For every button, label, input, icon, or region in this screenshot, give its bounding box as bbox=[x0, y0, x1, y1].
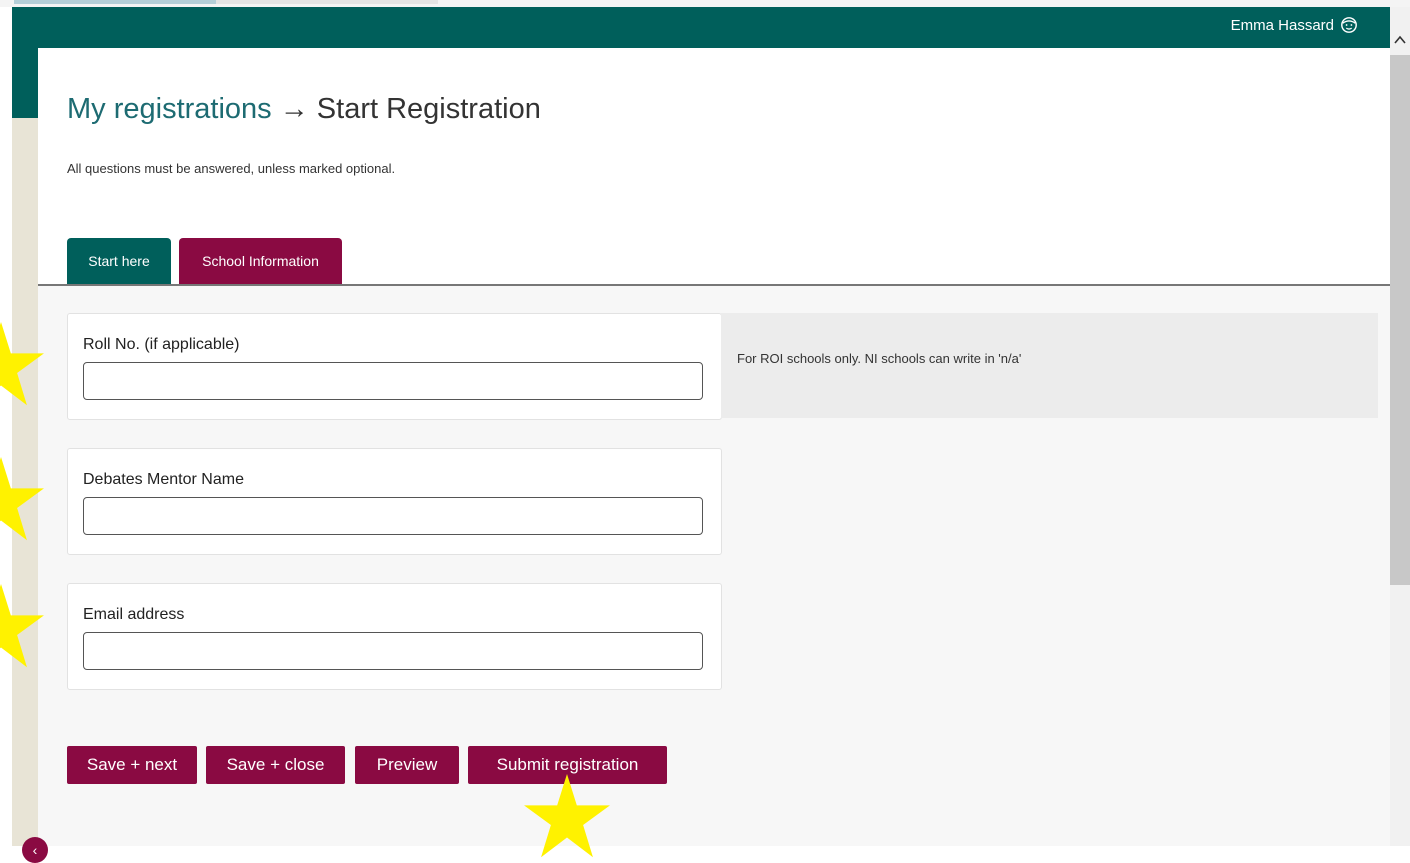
star-annotation-icon bbox=[0, 322, 44, 406]
tab-start-here[interactable]: Start here bbox=[67, 238, 171, 284]
mentor-name-label: Debates Mentor Name bbox=[83, 471, 244, 488]
browser-tab-strip-active bbox=[14, 0, 216, 4]
star-annotation-icon bbox=[0, 457, 44, 541]
user-name: Emma Hassard bbox=[1230, 16, 1334, 34]
chevron-left-icon[interactable]: ‹ bbox=[22, 837, 48, 863]
roll-no-input[interactable] bbox=[83, 362, 703, 400]
star-annotation-icon bbox=[0, 584, 44, 668]
star-annotation-icon bbox=[524, 774, 610, 858]
roll-no-help-text: For ROI schools only. NI schools can wri… bbox=[737, 351, 1022, 366]
roll-no-label: Roll No. (if applicable) bbox=[83, 336, 240, 353]
preview-button[interactable]: Preview bbox=[355, 746, 459, 784]
mentor-name-input[interactable] bbox=[83, 497, 703, 535]
breadcrumb-arrow: → bbox=[279, 93, 309, 125]
page-title: My registrations → Start Registration bbox=[67, 93, 541, 126]
mentor-name-field-card: Debates Mentor Name bbox=[67, 448, 722, 555]
left-rail-header bbox=[12, 48, 38, 118]
save-next-button[interactable]: Save + next bbox=[67, 746, 197, 784]
save-close-button[interactable]: Save + close bbox=[206, 746, 345, 784]
top-header-bar: Emma Hassard bbox=[12, 7, 1390, 48]
browser-tab-strip bbox=[216, 0, 438, 4]
browser-top-strip bbox=[0, 0, 1410, 7]
vertical-scrollbar[interactable] bbox=[1390, 7, 1410, 846]
breadcrumb-current: Start Registration bbox=[316, 93, 541, 125]
roll-no-help-panel: For ROI schools only. NI schools can wri… bbox=[721, 313, 1378, 418]
email-field-card: Email address bbox=[67, 583, 722, 690]
form-instruction: All questions must be answered, unless m… bbox=[67, 161, 396, 176]
breadcrumb-my-registrations[interactable]: My registrations bbox=[67, 93, 272, 125]
user-face-icon bbox=[1341, 17, 1357, 33]
chevron-up-icon[interactable] bbox=[1390, 25, 1410, 55]
tab-school-information[interactable]: School Information bbox=[179, 238, 342, 284]
email-input[interactable] bbox=[83, 632, 703, 670]
email-label: Email address bbox=[83, 606, 185, 623]
roll-no-field-card: Roll No. (if applicable) bbox=[67, 313, 722, 420]
user-menu[interactable]: Emma Hassard bbox=[1231, 16, 1358, 34]
scrollbar-thumb[interactable] bbox=[1390, 55, 1410, 585]
